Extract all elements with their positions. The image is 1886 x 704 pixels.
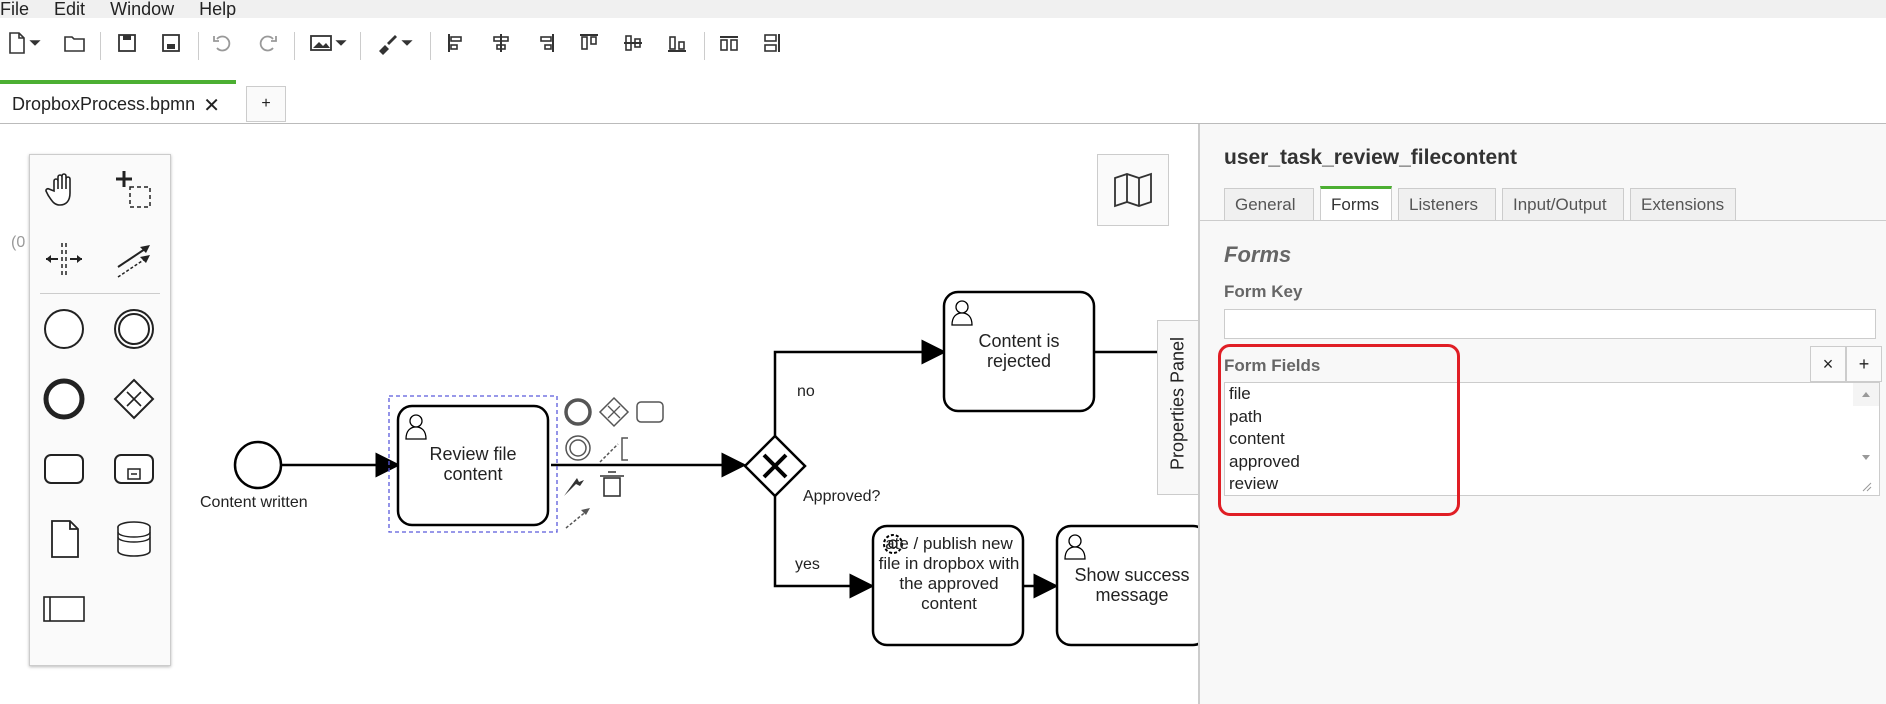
form-key-input[interactable] (1224, 309, 1876, 339)
form-key-label: Form Key (1224, 282, 1303, 301)
task-publish-label: ate / publish new file in dropbox with t… (878, 534, 1020, 613)
trash-icon[interactable] (600, 471, 624, 497)
create-data-store-icon[interactable] (110, 515, 158, 563)
global-connect-tool-icon[interactable] (110, 235, 158, 283)
start-event-label: Content written (200, 494, 308, 511)
create-intermediate-event-icon[interactable] (110, 305, 158, 353)
add-field-button[interactable]: + (1846, 346, 1882, 382)
create-task-icon[interactable] (40, 445, 88, 493)
tab-extensions[interactable]: Extensions (1630, 188, 1736, 220)
create-pool-icon[interactable] (40, 585, 88, 633)
flow-label-yes: yes (795, 556, 820, 573)
gateway-label: Approved? (803, 488, 881, 505)
map-icon (1114, 172, 1152, 208)
properties-panel-toggle-label: Properties Panel (1167, 336, 1188, 471)
tab-general[interactable]: General (1224, 188, 1314, 220)
tab-listeners[interactable]: Listeners (1398, 188, 1496, 220)
create-start-event-icon[interactable] (40, 305, 88, 353)
tab-input-output[interactable]: Input/Output (1502, 188, 1624, 220)
append-end-event-icon[interactable] (564, 398, 592, 426)
properties-panel-toggle[interactable]: Properties Panel (1157, 320, 1198, 495)
append-task-icon[interactable] (636, 401, 664, 423)
hand-tool-icon[interactable] (40, 165, 88, 213)
space-tool-icon[interactable] (40, 235, 88, 283)
remove-field-button[interactable]: × (1810, 346, 1846, 382)
create-subprocess-icon[interactable] (110, 445, 158, 493)
context-pad (564, 396, 664, 529)
start-event[interactable] (233, 440, 283, 490)
highlight-annotation (1218, 344, 1460, 516)
create-data-object-icon[interactable] (40, 515, 88, 563)
minimap-toggle[interactable] (1097, 154, 1169, 226)
tool-palette (29, 154, 171, 666)
list-scrollbar[interactable] (1853, 383, 1879, 492)
section-title: Forms (1224, 242, 1292, 267)
panel-title: user_task_review_filecontent (1224, 146, 1517, 169)
task-rejected-label: Content is rejected (978, 331, 1060, 371)
create-end-event-icon[interactable] (40, 375, 88, 423)
tab-forms[interactable]: Forms (1320, 186, 1392, 220)
flow-label-no: no (797, 383, 815, 400)
wrench-icon[interactable] (564, 478, 584, 496)
text-annotation-icon[interactable] (599, 443, 619, 463)
task-success-label: Show success message (1074, 565, 1190, 605)
task-review-label: Review file content (429, 444, 517, 484)
lasso-tool-icon[interactable] (110, 165, 158, 213)
create-gateway-icon[interactable] (110, 375, 158, 423)
panel-tabs: General Forms Listeners Input/Output Ext… (1200, 184, 1886, 221)
